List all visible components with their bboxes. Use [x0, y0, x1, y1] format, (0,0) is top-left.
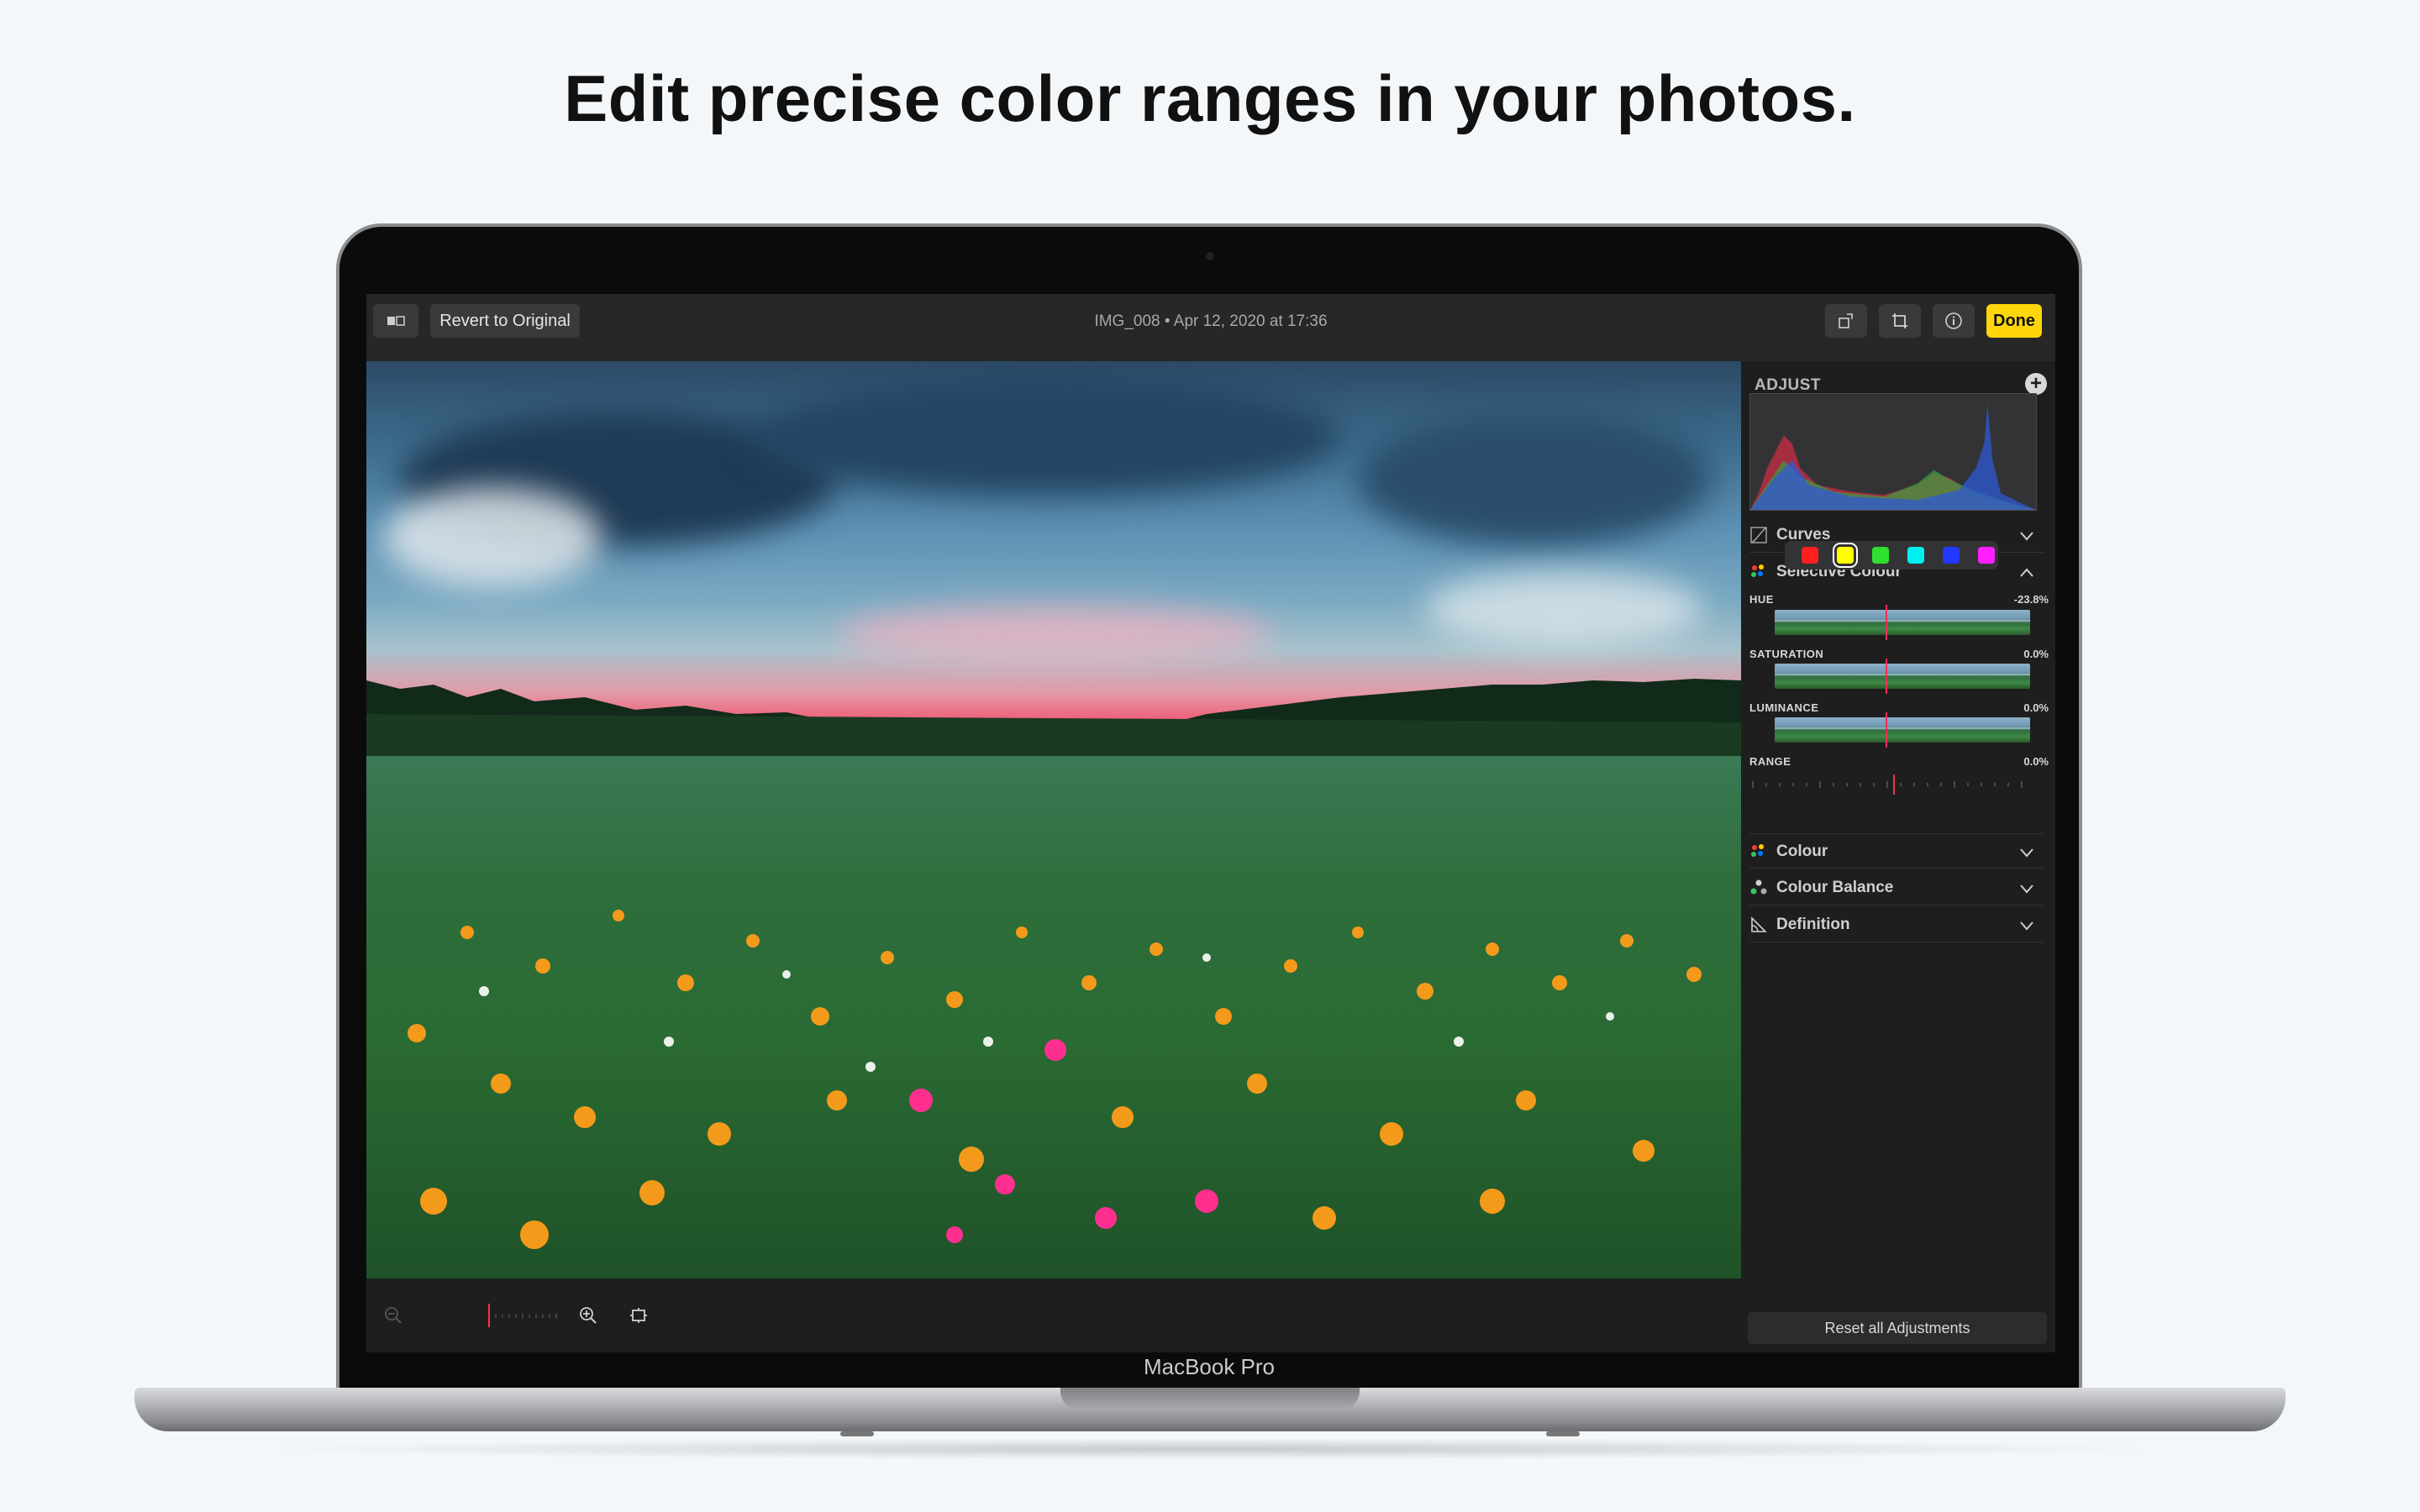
definition-icon	[1751, 916, 1767, 932]
hue-value: -23.8%	[2013, 593, 2049, 606]
photo-cloud	[383, 487, 602, 588]
photo-title: IMG_008 • Apr 12, 2020 at 17:36	[1094, 312, 1328, 330]
chevron-down-icon[interactable]	[2018, 528, 2035, 544]
info-button[interactable]	[1933, 304, 1975, 338]
luminance-value: 0.0%	[2023, 701, 2049, 714]
photo-cloud	[837, 605, 1274, 664]
camera-icon	[1206, 252, 1214, 260]
saturation-label: SATURATION	[1749, 648, 1824, 660]
app-window: Revert to Original IMG_008 • Apr 12, 202…	[366, 294, 2055, 1352]
range-value: 0.0%	[2023, 755, 2049, 768]
swatch-red[interactable]	[1802, 547, 1818, 564]
definition-row[interactable]: Definition	[1749, 907, 2044, 942]
chevron-down-icon[interactable]	[2018, 880, 2035, 897]
reset-all-adjustments-button[interactable]: Reset all Adjustments	[1748, 1312, 2047, 1344]
colour-row[interactable]: Colour	[1749, 833, 2044, 869]
crop-button[interactable]	[1879, 304, 1921, 338]
photo-cloud	[1358, 412, 1711, 546]
range-label: RANGE	[1749, 755, 1791, 768]
histogram	[1749, 393, 2037, 511]
laptop-base	[134, 1388, 2286, 1431]
chevron-up-icon[interactable]	[2018, 564, 2035, 581]
fit-to-window-icon[interactable]	[629, 1305, 649, 1326]
adjust-panel: ADJUST + Curves Selective Colour HUE -23…	[1741, 361, 2055, 1352]
zoom-in-icon[interactable]	[578, 1305, 598, 1326]
photo-flowers	[408, 910, 1702, 1249]
rotate-icon	[1839, 313, 1853, 328]
panel-title: ADJUST	[1754, 376, 1822, 394]
hue-slider[interactable]	[1775, 610, 2030, 635]
photo-canvas[interactable]	[366, 361, 1741, 1278]
colour-balance-label: Colour Balance	[1776, 879, 1894, 896]
laptop-notch	[1060, 1388, 1360, 1410]
colour-swatches	[1785, 541, 1998, 570]
laptop-shadow	[252, 1438, 2168, 1460]
selective-colour-icon	[1751, 564, 1764, 577]
zoom-slider[interactable]	[484, 1302, 560, 1329]
colour-icon	[1751, 844, 1764, 857]
chevron-down-icon[interactable]	[2018, 917, 2035, 934]
swatch-green[interactable]	[1872, 547, 1889, 564]
photo-cloud	[753, 378, 1341, 496]
luminance-label: LUMINANCE	[1749, 701, 1819, 714]
definition-label: Definition	[1776, 916, 1850, 933]
toolbar: Revert to Original IMG_008 • Apr 12, 202…	[366, 294, 2055, 361]
hue-label: HUE	[1749, 593, 1774, 606]
saturation-slider-handle[interactable]	[1886, 659, 1887, 694]
colour-label: Colour	[1776, 843, 1828, 860]
add-adjustment-button[interactable]: +	[2025, 373, 2047, 395]
laptop-foot	[840, 1431, 874, 1436]
swatch-magenta[interactable]	[1978, 547, 1995, 564]
saturation-slider[interactable]	[1775, 664, 2030, 689]
range-slider[interactable]	[1749, 774, 2030, 795]
colour-balance-row[interactable]: Colour Balance	[1749, 870, 2044, 906]
photo-cloud	[1425, 571, 1702, 647]
swatch-yellow[interactable]	[1833, 543, 1858, 568]
zoom-out-icon[interactable]	[383, 1305, 403, 1326]
laptop-foot	[1546, 1431, 1580, 1436]
headline: Edit precise color ranges in your photos…	[564, 61, 1856, 135]
crop-icon	[1892, 313, 1907, 328]
colour-balance-icon	[1750, 879, 1767, 895]
chevron-down-icon[interactable]	[2018, 844, 2035, 861]
device-label: MacBook Pro	[1143, 1354, 1276, 1379]
done-button[interactable]: Done	[1986, 304, 2042, 338]
laptop-lid: Revert to Original IMG_008 • Apr 12, 202…	[336, 223, 2082, 1391]
swatch-cyan[interactable]	[1907, 547, 1924, 564]
swatch-blue[interactable]	[1943, 547, 1960, 564]
hue-slider-handle[interactable]	[1886, 605, 1887, 640]
luminance-slider[interactable]	[1775, 717, 2030, 743]
saturation-value: 0.0%	[2023, 648, 2049, 660]
rotate-button[interactable]	[1825, 304, 1867, 338]
luminance-slider-handle[interactable]	[1886, 712, 1887, 748]
curves-icon	[1750, 527, 1767, 543]
zoom-bar	[366, 1278, 1741, 1352]
info-icon	[1945, 312, 1962, 329]
